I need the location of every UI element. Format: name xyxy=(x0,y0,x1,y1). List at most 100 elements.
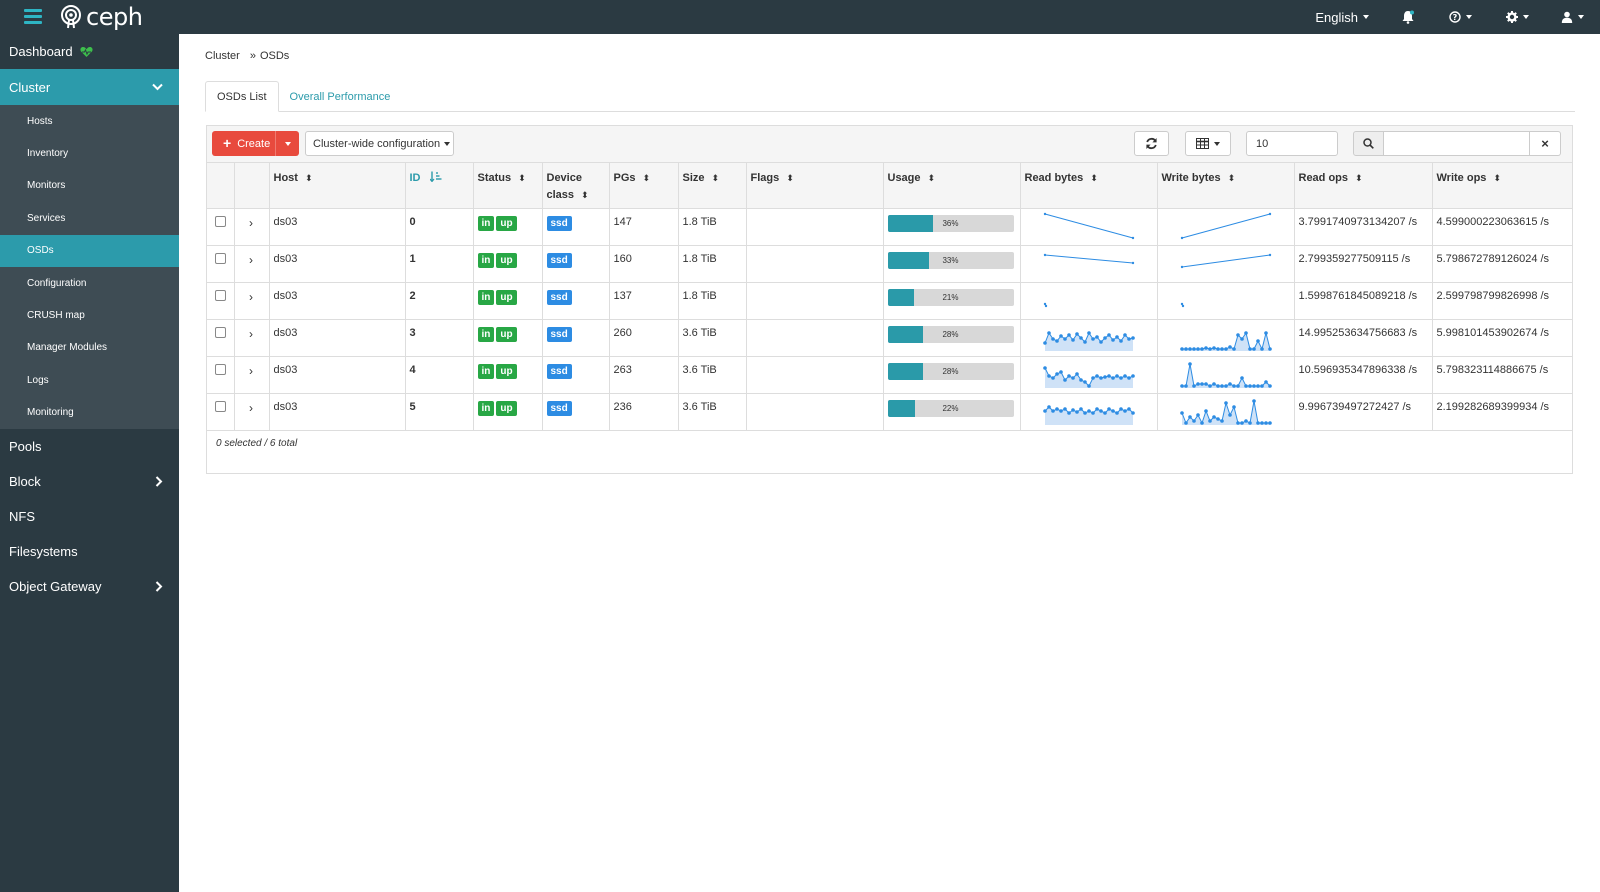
sidebar-item-services[interactable]: Services xyxy=(0,202,179,234)
chevron-right-icon[interactable]: › xyxy=(249,290,253,304)
settings-menu[interactable] xyxy=(1488,0,1547,34)
sidebar-item-manager-modules[interactable]: Manager Modules xyxy=(0,332,179,364)
size-cell: 1.8 TiB xyxy=(678,245,747,283)
row-checkbox[interactable] xyxy=(215,289,226,301)
status-badge: up xyxy=(496,289,517,305)
read-bytes-sparkline xyxy=(1043,253,1134,264)
sidebar-item-filesystems[interactable]: Filesystems xyxy=(0,534,179,569)
column-header-host[interactable]: Host ⬍ xyxy=(269,163,406,209)
search-input[interactable] xyxy=(1384,131,1530,156)
sparkline-point xyxy=(1255,420,1260,425)
sidebar-item-osds[interactable]: OSDs xyxy=(0,234,179,267)
create-button[interactable]: + Create xyxy=(212,131,299,156)
chevron-right-icon[interactable]: › xyxy=(249,216,253,230)
sparkline-point xyxy=(1251,398,1256,403)
sparkline-point xyxy=(1106,406,1111,411)
device-class-cell: ssd xyxy=(542,393,610,431)
table-row[interactable]: › ds03 4 in up ssd 263 3.6 TiB 28% 10.59693534789… xyxy=(207,356,1572,394)
chevron-down-icon xyxy=(1578,15,1584,19)
chevron-right-icon[interactable]: › xyxy=(249,253,253,267)
sparkline-point xyxy=(1066,332,1071,337)
column-label: Host xyxy=(273,172,298,184)
tab-osds-list[interactable]: OSDs List xyxy=(205,81,279,112)
row-checkbox[interactable] xyxy=(215,400,226,412)
column-header-read-bytes[interactable]: Read bytes ⬍ xyxy=(1020,163,1158,209)
sidebar-item-inventory[interactable]: Inventory xyxy=(0,137,179,169)
chevron-right-icon[interactable]: › xyxy=(249,327,253,341)
chevron-right-icon[interactable]: › xyxy=(249,401,253,415)
sidebar-item-pools[interactable]: Pools xyxy=(0,429,179,464)
sidebar-item-hosts[interactable]: Hosts xyxy=(0,105,179,137)
column-header-read-ops[interactable]: Read ops ⬍ xyxy=(1294,163,1433,209)
sparkline-point xyxy=(1114,373,1119,378)
language-selector[interactable]: English xyxy=(1301,0,1383,34)
table-row[interactable]: › ds03 5 in up ssd 236 3.6 TiB 22% 9.996739497272… xyxy=(207,393,1572,431)
column-header-usage[interactable]: Usage ⬍ xyxy=(883,163,1021,209)
menu-toggle-icon[interactable] xyxy=(24,9,42,25)
ceph-logo[interactable]: ceph xyxy=(60,3,143,31)
logo-text: ceph xyxy=(86,3,143,31)
status-cell: in up xyxy=(473,245,543,283)
column-header-write-ops[interactable]: Write ops ⬍ xyxy=(1432,163,1572,209)
row-expand-cell: › xyxy=(234,208,270,246)
status-cell: in up xyxy=(473,319,543,357)
size-cell: 1.8 TiB xyxy=(678,282,747,320)
sparkline-point xyxy=(1247,420,1252,425)
usage-cell: 28% xyxy=(883,356,1021,394)
notifications-button[interactable] xyxy=(1383,0,1433,34)
table-row[interactable]: › ds03 3 in up ssd 260 3.6 TiB 28% 14.99525363475… xyxy=(207,319,1572,357)
table-row[interactable]: › ds03 0 in up ssd 147 1.8 TiB 36% 3.799174097313… xyxy=(207,208,1572,246)
row-checkbox[interactable] xyxy=(215,363,226,375)
refresh-button[interactable] xyxy=(1134,131,1169,156)
sparkline-point xyxy=(1050,408,1055,413)
sidebar-item-monitors[interactable]: Monitors xyxy=(0,170,179,202)
read-bytes-cell xyxy=(1020,208,1158,246)
table-row[interactable]: › ds03 1 in up ssd 160 1.8 TiB 33% 2.799359277509… xyxy=(207,245,1572,283)
chevron-right-icon[interactable]: › xyxy=(249,364,253,378)
column-header-pgs[interactable]: PGs ⬍ xyxy=(609,163,679,209)
read-ops-cell: 1.5998761845089218 /s xyxy=(1294,282,1433,320)
sparkline-point xyxy=(1243,418,1248,423)
sparkline-point xyxy=(1086,408,1091,413)
sidebar-item-block[interactable]: Block xyxy=(0,464,179,499)
clear-search-button[interactable]: × xyxy=(1530,131,1561,156)
sidebar-item-crush-map[interactable]: CRUSH map xyxy=(0,299,179,331)
sparkline-point xyxy=(1066,373,1071,378)
column-header-id[interactable]: ID xyxy=(405,163,474,209)
sparkline-point xyxy=(1110,375,1115,380)
cluster-config-label: Cluster-wide configuration xyxy=(313,137,441,150)
page-size-input[interactable] xyxy=(1246,131,1338,156)
sort-icon: ⬍ xyxy=(711,173,720,183)
user-menu[interactable] xyxy=(1547,0,1600,34)
sidebar-item-cluster[interactable]: Cluster xyxy=(0,69,179,105)
sidebar-item-logs[interactable]: Logs xyxy=(0,364,179,396)
column-header-size[interactable]: Size ⬍ xyxy=(678,163,747,209)
search-group: × xyxy=(1353,131,1561,156)
column-header-device-class[interactable]: Device class ⬍ xyxy=(542,163,610,209)
column-header-status[interactable]: Status ⬍ xyxy=(473,163,543,209)
cluster-config-dropdown[interactable]: Cluster-wide configuration xyxy=(305,131,454,156)
column-header-write-bytes[interactable]: Write bytes ⬍ xyxy=(1157,163,1295,209)
sidebar-item-object-gateway[interactable]: Object Gateway xyxy=(0,569,179,604)
column-toggle-button[interactable] xyxy=(1185,131,1231,156)
sparkline-point xyxy=(1070,375,1075,380)
breadcrumb-cluster[interactable]: Cluster xyxy=(205,50,240,62)
column-label: PGs xyxy=(613,172,636,184)
sparkline-point xyxy=(1211,381,1216,386)
row-checkbox[interactable] xyxy=(215,252,226,264)
sidebar-item-dashboard[interactable]: Dashboard xyxy=(0,34,179,69)
sidebar-item-monitoring[interactable]: Monitoring xyxy=(0,397,179,429)
row-checkbox[interactable] xyxy=(215,215,226,227)
row-checkbox[interactable] xyxy=(215,326,226,338)
sparkline-point xyxy=(1179,383,1184,388)
sidebar-item-configuration[interactable]: Configuration xyxy=(0,267,179,299)
table-row[interactable]: › ds03 2 in up ssd 137 1.8 TiB 21% 1.599876184508… xyxy=(207,282,1572,320)
help-menu[interactable]: ? xyxy=(1433,0,1488,34)
tab-overall-performance[interactable]: Overall Performance xyxy=(279,81,402,112)
write-bytes-sparkline xyxy=(1179,330,1272,351)
create-dropdown-toggle[interactable] xyxy=(275,131,299,156)
column-header-flags[interactable]: Flags ⬍ xyxy=(746,163,884,209)
status-cell: in up xyxy=(473,356,543,394)
status-badge: in xyxy=(477,400,495,416)
sidebar-item-nfs[interactable]: NFS xyxy=(0,499,179,534)
